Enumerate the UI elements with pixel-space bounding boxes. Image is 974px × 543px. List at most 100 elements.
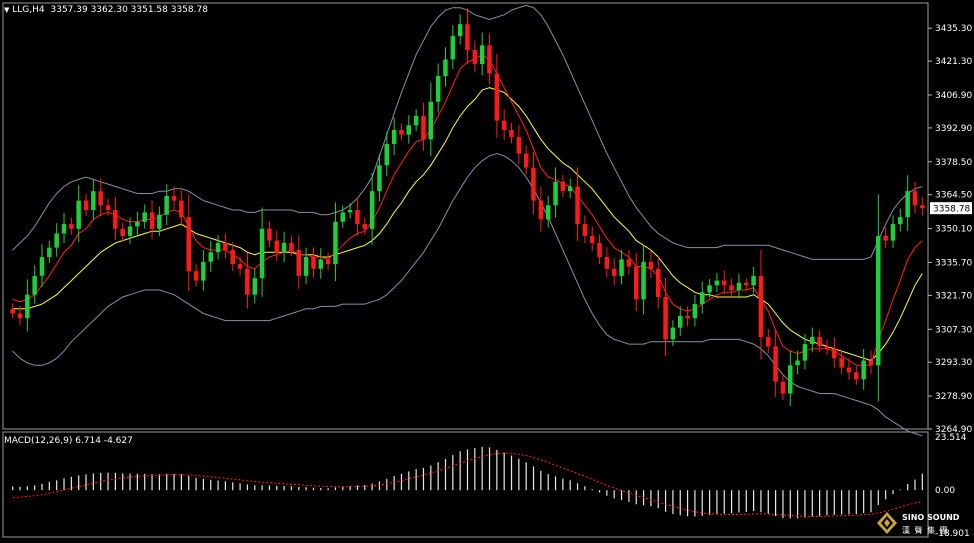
candle-body xyxy=(898,217,903,225)
candle-body xyxy=(773,346,778,382)
price-tick-label: 3392.90 xyxy=(935,124,972,134)
candle-body xyxy=(648,261,654,269)
candle-body xyxy=(230,250,235,265)
candle-body xyxy=(707,285,712,293)
candle-body xyxy=(824,346,830,349)
candle-body xyxy=(501,120,507,130)
symbol-label: LLG,H4 xyxy=(12,5,45,15)
candle-body xyxy=(25,294,30,319)
candle-body xyxy=(788,365,793,394)
candle-body xyxy=(362,224,367,229)
candle-body xyxy=(347,210,353,213)
candle-body xyxy=(245,268,250,295)
candle-body xyxy=(854,372,859,380)
moving-averages xyxy=(12,54,923,366)
candle-body xyxy=(582,224,588,236)
candle-body xyxy=(744,282,749,286)
candle-body xyxy=(406,125,411,135)
candle-body xyxy=(817,337,822,347)
bollinger-bands xyxy=(12,4,923,437)
candle-body xyxy=(560,181,566,192)
candle-body xyxy=(267,228,272,241)
candle-body xyxy=(780,381,786,394)
candle-body xyxy=(450,35,456,60)
candle-body xyxy=(912,191,918,206)
candle-body xyxy=(678,315,683,328)
price-tick-label: 3321.70 xyxy=(935,291,972,301)
candle-body xyxy=(325,259,331,265)
main-chart-border xyxy=(2,2,929,430)
candle-body xyxy=(611,268,617,276)
price-tick-label: 3293.30 xyxy=(935,358,972,368)
candle-body xyxy=(487,45,492,74)
candle-body xyxy=(223,242,228,250)
band-lower-line xyxy=(12,152,923,437)
candle-body xyxy=(839,358,844,368)
ma-fast-line xyxy=(12,54,923,366)
candle-body xyxy=(259,228,265,279)
candle-body xyxy=(142,212,147,222)
candle-body xyxy=(575,186,580,225)
candle-body xyxy=(201,261,206,281)
candle-body xyxy=(83,200,89,210)
candle-body xyxy=(868,360,874,366)
macd-label: MACD(12,26,9) 6.714 -4.627 xyxy=(4,436,133,446)
candle-body xyxy=(663,297,668,340)
price-tick-label: 3421.30 xyxy=(935,57,972,67)
candle-body xyxy=(766,337,771,347)
candle-body xyxy=(355,210,360,225)
candle-body xyxy=(91,191,96,210)
candle-body xyxy=(113,210,118,229)
macd-chart-border xyxy=(2,431,929,538)
macd-tick-label: 0.00 xyxy=(935,486,955,496)
candle-body xyxy=(589,235,595,243)
candle-body xyxy=(538,200,544,220)
ohlc-readout: 3357.39 3362.30 3351.58 3358.78 xyxy=(50,5,208,15)
candle-body xyxy=(883,235,888,241)
candle-body xyxy=(832,348,837,359)
candle-body xyxy=(76,200,81,229)
candle-body xyxy=(157,214,162,229)
candle-body xyxy=(149,212,155,229)
candle-body xyxy=(413,115,419,126)
dropdown-arrow-icon[interactable]: ▼ xyxy=(4,6,9,14)
candle-body xyxy=(208,252,213,262)
candle-body xyxy=(311,257,316,269)
candle-body xyxy=(135,221,140,227)
candle-body xyxy=(171,195,177,201)
candle-body xyxy=(714,280,720,286)
price-tick-label: 3335.70 xyxy=(935,258,972,268)
candle-body xyxy=(421,115,426,140)
candle-body xyxy=(399,130,404,135)
candle-body xyxy=(32,275,37,295)
candle-body xyxy=(164,195,169,215)
candle-body xyxy=(54,233,59,248)
candle-body xyxy=(69,224,74,229)
macd-tick-label: 23.514 xyxy=(935,433,967,443)
candle-body xyxy=(120,228,125,236)
candle-body xyxy=(10,308,15,314)
candle-body xyxy=(670,327,676,340)
candle-body xyxy=(465,24,470,51)
price-tick-label: 3350.10 xyxy=(935,225,972,235)
candle-body xyxy=(905,191,910,218)
candle-body xyxy=(861,360,866,380)
candle-body xyxy=(303,257,309,276)
price-tick-label: 3378.50 xyxy=(935,158,972,168)
candle-body xyxy=(736,282,742,290)
candle-body xyxy=(846,367,852,373)
candle-body xyxy=(193,271,199,281)
ma-slow-line xyxy=(12,87,923,362)
candle-body xyxy=(384,144,389,166)
sino-sound-logo: SINO SOUND 漢 聲 集 團 xyxy=(876,509,968,539)
candle-body xyxy=(428,101,433,140)
candle-body xyxy=(274,240,279,253)
main-chart-frame xyxy=(2,2,929,538)
candle-body xyxy=(634,266,639,300)
candle-body xyxy=(641,261,646,300)
candle-body xyxy=(39,257,45,276)
diamond-logo-icon xyxy=(877,512,897,534)
candle-body xyxy=(281,242,287,253)
candle-body xyxy=(810,337,815,345)
candle-body xyxy=(479,45,485,65)
